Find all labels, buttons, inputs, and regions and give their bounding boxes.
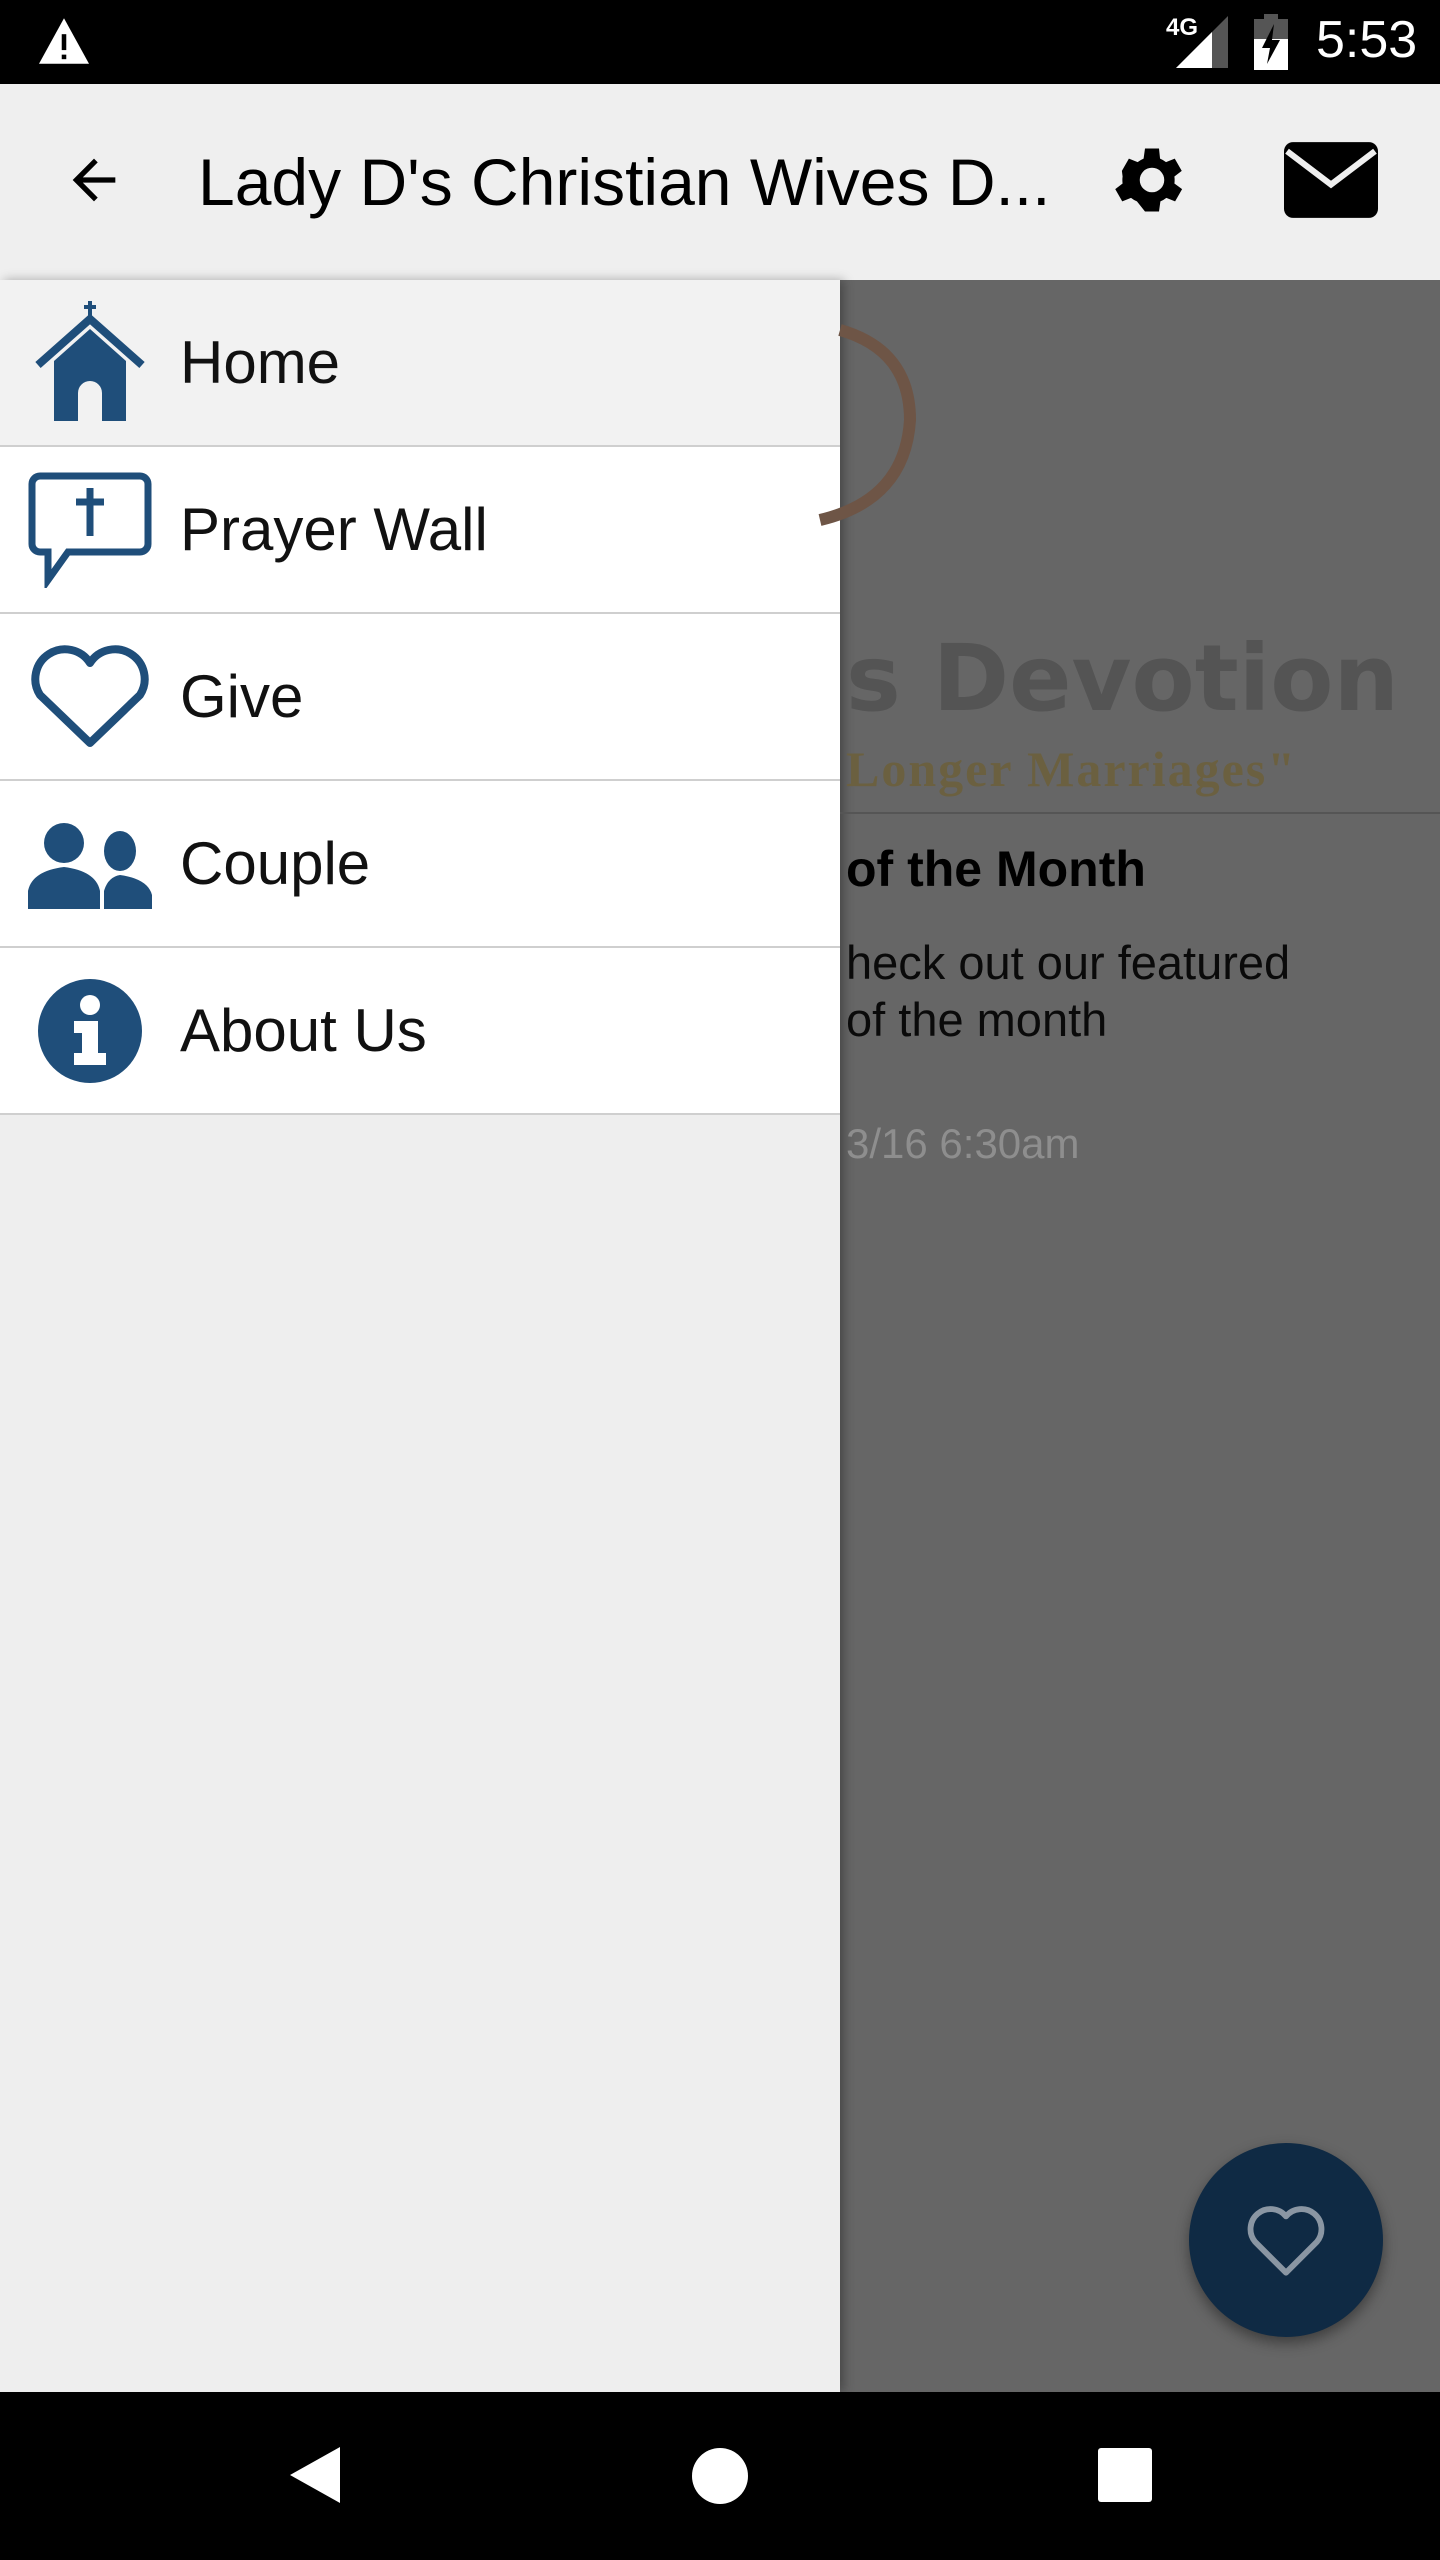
drawer-item-label: Prayer Wall: [180, 496, 488, 563]
drawer-item-couple[interactable]: Couple: [0, 781, 840, 948]
couple-icon: [28, 822, 152, 909]
prayer-bubble-icon: [28, 472, 152, 588]
divider: [840, 812, 1440, 814]
church-icon: [35, 300, 145, 421]
nav-back-icon[interactable]: [288, 2445, 342, 2505]
back-arrow-icon[interactable]: [62, 148, 126, 212]
post-date: 3/16 6:30am: [846, 1120, 1080, 1167]
heart-icon: [1247, 2206, 1325, 2276]
post-body-line1: heck out our featured: [846, 936, 1291, 989]
nav-home-icon[interactable]: [692, 2448, 748, 2504]
post-title[interactable]: of the Month: [846, 840, 1146, 898]
warning-icon: [39, 18, 89, 64]
drawer-item-label: Home: [180, 329, 341, 396]
logo-title: s Devotion: [846, 625, 1399, 732]
favorite-fab[interactable]: [1189, 2143, 1383, 2337]
page-title: Lady D's Christian Wives D...: [198, 145, 1051, 219]
gear-icon[interactable]: [1110, 138, 1194, 222]
clock: 5:53: [1316, 11, 1418, 69]
nav-recents-icon[interactable]: [1098, 2448, 1152, 2502]
navigation-drawer: Home Prayer Wall Give Couple About Us: [0, 280, 840, 2392]
post-body-line2: of the month: [846, 993, 1108, 1046]
drawer-item-label: About Us: [180, 997, 427, 1064]
battery-charging-icon: [1254, 14, 1288, 70]
app-bar: Lady D's Christian Wives D...: [0, 84, 1440, 280]
drawer-item-home[interactable]: Home: [0, 280, 840, 447]
heart-icon: [31, 644, 149, 747]
drawer-item-label: Give: [180, 663, 304, 730]
mail-icon[interactable]: [1284, 142, 1378, 218]
drawer-item-label: Couple: [180, 830, 371, 897]
info-icon: [38, 978, 142, 1083]
signal-icon: [1176, 16, 1228, 68]
drawer-item-prayer-wall[interactable]: Prayer Wall: [0, 447, 840, 614]
drawer-item-about-us[interactable]: About Us: [0, 948, 840, 1115]
drawer-item-give[interactable]: Give: [0, 614, 840, 781]
logo-ring: [818, 324, 917, 526]
status-bar: 4G 5:53: [0, 0, 1440, 84]
logo-tagline: Longer Marriages": [846, 741, 1298, 797]
system-nav-bar: [0, 2392, 1440, 2560]
